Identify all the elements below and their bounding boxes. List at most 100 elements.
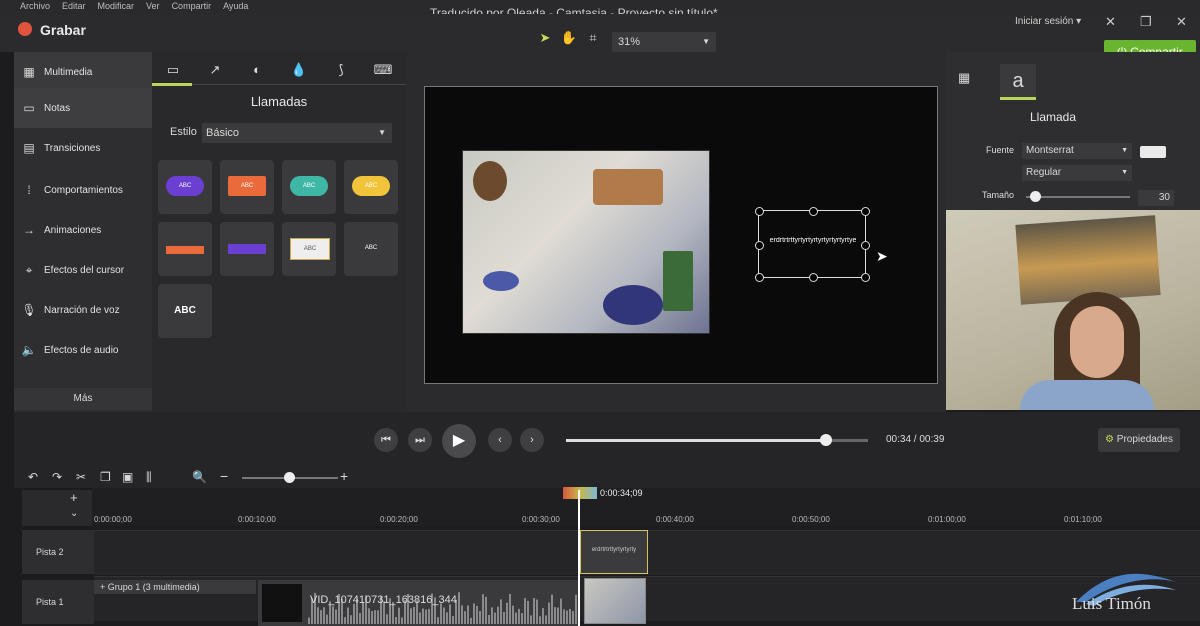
callout-plain-text[interactable]: ABC: [344, 222, 398, 276]
shape-tab-icon[interactable]: ◐: [238, 56, 276, 84]
record-button[interactable]: Grabar: [40, 22, 86, 38]
waveform-bar: [482, 594, 484, 624]
crop-icon[interactable]: ⌗: [581, 30, 605, 46]
redo-icon[interactable]: ↷: [52, 470, 62, 484]
resize-handle[interactable]: [861, 241, 870, 250]
waveform-bar: [335, 609, 337, 624]
waveform-bar: [452, 616, 454, 624]
playhead-handle[interactable]: [563, 487, 597, 499]
cut-icon[interactable]: ✂: [76, 470, 86, 484]
text-callout-selection[interactable]: erdrtrtrttyrtyrtyrtyrtyrtyrtyrtye: [755, 207, 870, 282]
font-weight-select[interactable]: Regular ▼: [1022, 165, 1132, 181]
font-color-swatch[interactable]: [1140, 146, 1166, 158]
size-slider-track[interactable]: [1026, 196, 1130, 198]
current-time: 00:34: [886, 434, 912, 445]
play-button[interactable]: ▶: [442, 424, 476, 458]
resize-handle[interactable]: [861, 207, 870, 216]
menu-modify[interactable]: Modificar: [98, 1, 135, 11]
progress-handle[interactable]: [819, 434, 832, 446]
resize-handle[interactable]: [755, 241, 764, 250]
pointer-icon[interactable]: ➤: [533, 30, 557, 46]
callout-purple-bubble[interactable]: ABC: [158, 160, 212, 214]
resize-handle[interactable]: [755, 273, 764, 282]
chevron-left-icon[interactable]: ‹: [488, 428, 512, 452]
undo-icon[interactable]: ↶: [28, 470, 38, 484]
style-select[interactable]: Básico ▼: [202, 123, 392, 143]
callout-orange-arrow[interactable]: [158, 222, 212, 276]
arrow-tab-icon[interactable]: ↗: [196, 56, 234, 84]
callout-bold-text[interactable]: ABC: [158, 284, 212, 338]
previous-frame-icon[interactable]: ⏮: [374, 428, 398, 452]
resize-handle[interactable]: [755, 207, 764, 216]
timeline-toolbar: ↶ ↷ ✂ ❐ ▣ ⫼ 🔍 − +: [14, 468, 1200, 488]
note-icon: ▭: [23, 101, 35, 115]
sidebar-item-notes[interactable]: ▭ Notas: [14, 88, 152, 128]
zoom-slider-handle[interactable]: [284, 472, 295, 483]
timecode: 00:34 / 00:39: [886, 434, 945, 445]
callout-yellow-cloud[interactable]: ABC: [344, 160, 398, 214]
zoom-out-icon[interactable]: −: [220, 468, 228, 484]
track-header-1[interactable]: Pista 1: [22, 580, 94, 624]
record-icon[interactable]: [18, 22, 32, 36]
sidebar-item-animations[interactable]: → Animaciones: [14, 210, 152, 250]
callout-shape: ABC: [290, 238, 330, 260]
resize-handle[interactable]: [809, 207, 818, 216]
waveform-bar: [518, 608, 520, 624]
font-select[interactable]: Montserrat ▼: [1022, 143, 1132, 159]
split-icon[interactable]: ⫼: [146, 470, 152, 485]
step-back-icon[interactable]: ⏭: [408, 428, 432, 452]
resize-handle[interactable]: [809, 273, 818, 282]
sidebar-item-transitions[interactable]: ▤ Transiciones: [14, 128, 152, 168]
zoom-select[interactable]: 31% ▼: [612, 32, 716, 52]
chevron-right-icon[interactable]: ›: [520, 428, 544, 452]
callout-teal-cloud[interactable]: ABC: [282, 160, 336, 214]
sketch-tab-icon[interactable]: ⟆: [322, 56, 360, 84]
signin-link[interactable]: Iniciar sesión ▾: [1015, 16, 1081, 27]
sidebar-item-label: Notas: [44, 102, 71, 114]
restore-icon[interactable]: ❐: [1140, 14, 1152, 30]
menu-file[interactable]: Archivo: [20, 1, 50, 11]
close-window-icon[interactable]: ✕: [1176, 14, 1187, 30]
paste-icon[interactable]: ▣: [122, 470, 133, 484]
menu-share[interactable]: Compartir: [172, 1, 212, 11]
blur-tab-icon[interactable]: 💧: [280, 56, 318, 84]
close-icon[interactable]: ✕: [1105, 14, 1116, 30]
chevron-down-icon[interactable]: ⌄: [70, 508, 78, 519]
callout-tab-icon[interactable]: ▭: [154, 56, 192, 84]
keystroke-tab-icon[interactable]: ⌨: [364, 56, 402, 84]
text-properties-tab-icon[interactable]: a: [1000, 64, 1036, 100]
playhead[interactable]: [578, 490, 580, 626]
waveform-bar: [542, 608, 544, 624]
menu-edit[interactable]: Editar: [62, 1, 86, 11]
sidebar-item-label: Multimedia: [44, 66, 93, 78]
resize-handle[interactable]: [861, 273, 870, 282]
zoom-search-icon[interactable]: 🔍: [192, 470, 207, 484]
image-clip[interactable]: [584, 578, 646, 624]
callout-purple-arrow[interactable]: [220, 222, 274, 276]
sidebar-item-voice-narration[interactable]: 🎙 Narración de voz: [14, 290, 152, 330]
waveform-bar: [440, 603, 442, 624]
size-slider-handle[interactable]: [1030, 191, 1041, 202]
waveform-bar: [446, 612, 448, 624]
menu-view[interactable]: Ver: [146, 1, 160, 11]
sidebar-item-multimedia[interactable]: ▦ Multimedia: [14, 52, 152, 92]
sidebar-item-behaviors[interactable]: ⁞ Comportamientos: [14, 170, 152, 210]
group-header[interactable]: + Grupo 1 (3 multimedia): [94, 580, 256, 594]
sidebar-item-cursor-effects[interactable]: ⌖ Efectos del cursor: [14, 250, 152, 290]
callout-white-box[interactable]: ABC: [282, 222, 336, 276]
add-track-icon[interactable]: +: [70, 490, 78, 505]
track-header-2[interactable]: Pista 2: [22, 530, 94, 574]
size-input[interactable]: 30: [1138, 190, 1174, 206]
callout-orange-speech[interactable]: ABC: [220, 160, 274, 214]
menu-help[interactable]: Ayuda: [223, 1, 248, 11]
more-button[interactable]: Más: [14, 388, 152, 410]
zoom-in-icon[interactable]: +: [340, 468, 348, 484]
sidebar-item-audio-effects[interactable]: 🔈 Efectos de audio: [14, 330, 152, 370]
properties-button[interactable]: ⚙ Propiedades: [1098, 428, 1180, 452]
hand-icon[interactable]: ✋: [557, 30, 581, 46]
properties-label: Propiedades: [1116, 434, 1173, 445]
text-clip[interactable]: erdrtrtrttyrtyrtyrty: [580, 530, 648, 574]
visual-properties-tab-icon[interactable]: ▦: [958, 70, 970, 86]
drawing-image[interactable]: [462, 150, 710, 334]
copy-icon[interactable]: ❐: [100, 470, 111, 484]
